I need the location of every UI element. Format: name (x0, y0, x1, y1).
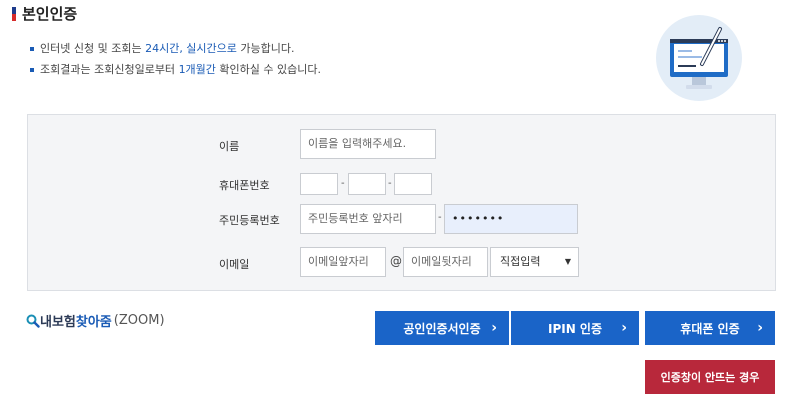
zoom-text-highlight: 찾아줌 (75, 315, 112, 330)
ipin-auth-label: IPIN 인증 (547, 321, 603, 336)
rrn-label: 주민등록번호 (219, 214, 280, 227)
phone-part2-input[interactable] (348, 173, 386, 195)
name-label: 이름 (219, 140, 240, 153)
phone-part1-input[interactable] (300, 173, 338, 195)
email-select-value: 직접입력 (500, 255, 541, 268)
email-local-input[interactable]: 이메일앞자리 (300, 247, 386, 277)
monitor-icon (670, 27, 728, 89)
cert-auth-button[interactable]: 공인인증서인증 › (375, 311, 509, 345)
notice-item: 인터넷 신청 및 조회는 24시간, 실시간으로 가능합니다. (30, 38, 321, 59)
rrn-front-input[interactable]: 주민등록번호 앞자리 (300, 204, 436, 234)
notice-text: 조회결과는 조회신청일로부터 (40, 63, 179, 76)
zoom-link[interactable]: 내보험 찾아줌 (ZOOM) (26, 311, 165, 330)
search-icon (26, 314, 40, 328)
phone-separator: - (388, 178, 392, 189)
notice-text: 확인하실 수 있습니다. (215, 63, 321, 76)
notice-item: 조회결과는 조회신청일로부터 1개월간 확인하실 수 있습니다. (30, 59, 321, 80)
identity-verification-page: 본인인증 인터넷 신청 및 조회는 24시간, 실시간으로 가능합니다. 조회결… (0, 0, 800, 405)
email-label: 이메일 (219, 258, 250, 271)
page-title: 본인인증 (22, 5, 78, 23)
phone-separator: - (341, 178, 345, 189)
rrn-separator: - (438, 212, 442, 223)
phone-label: 휴대폰번호 (219, 179, 270, 192)
title-bullet-icon (12, 6, 16, 21)
name-input[interactable]: 이름을 입력해주세요. (300, 129, 436, 159)
notice-text: 인터넷 신청 및 조회는 (40, 42, 146, 55)
chevron-right-icon: › (621, 320, 627, 336)
chevron-right-icon: › (757, 320, 763, 336)
chevron-right-icon: › (491, 320, 497, 336)
email-at-sign: @ (390, 254, 402, 268)
notice-highlight: 24시간, 실시간으로 (145, 42, 237, 55)
zoom-text-main: 내보험 (40, 315, 76, 330)
popup-help-button[interactable]: 인증창이 안뜨는 경우 (645, 360, 775, 394)
notice-highlight: 1개월간 (178, 63, 216, 76)
section-header: 본인인증 (12, 3, 77, 24)
phone-part3-input[interactable] (394, 173, 432, 195)
notice-list: 인터넷 신청 및 조회는 24시간, 실시간으로 가능합니다. 조회결과는 조회… (30, 38, 321, 80)
dropdown-arrow-icon: ▼ (564, 257, 571, 266)
verification-form: 이름 이름을 입력해주세요. 휴대폰번호 - - 주민등록번호 주민등록번호 앞… (27, 114, 776, 291)
email-domain-input[interactable]: 이메일뒷자리 (403, 247, 488, 277)
monitor-illustration (656, 15, 742, 101)
phone-auth-label: 휴대폰 인증 (680, 321, 740, 336)
ipin-auth-button[interactable]: IPIN 인증 › (511, 311, 639, 345)
cert-auth-label: 공인인증서인증 (403, 321, 481, 336)
phone-auth-button[interactable]: 휴대폰 인증 › (645, 311, 775, 345)
notice-text: 가능합니다. (236, 42, 295, 55)
zoom-text-suffix: (ZOOM) (113, 313, 165, 328)
email-domain-select[interactable]: 직접입력 ▼ (490, 247, 579, 277)
rrn-back-input[interactable]: ••••••• (444, 204, 578, 234)
